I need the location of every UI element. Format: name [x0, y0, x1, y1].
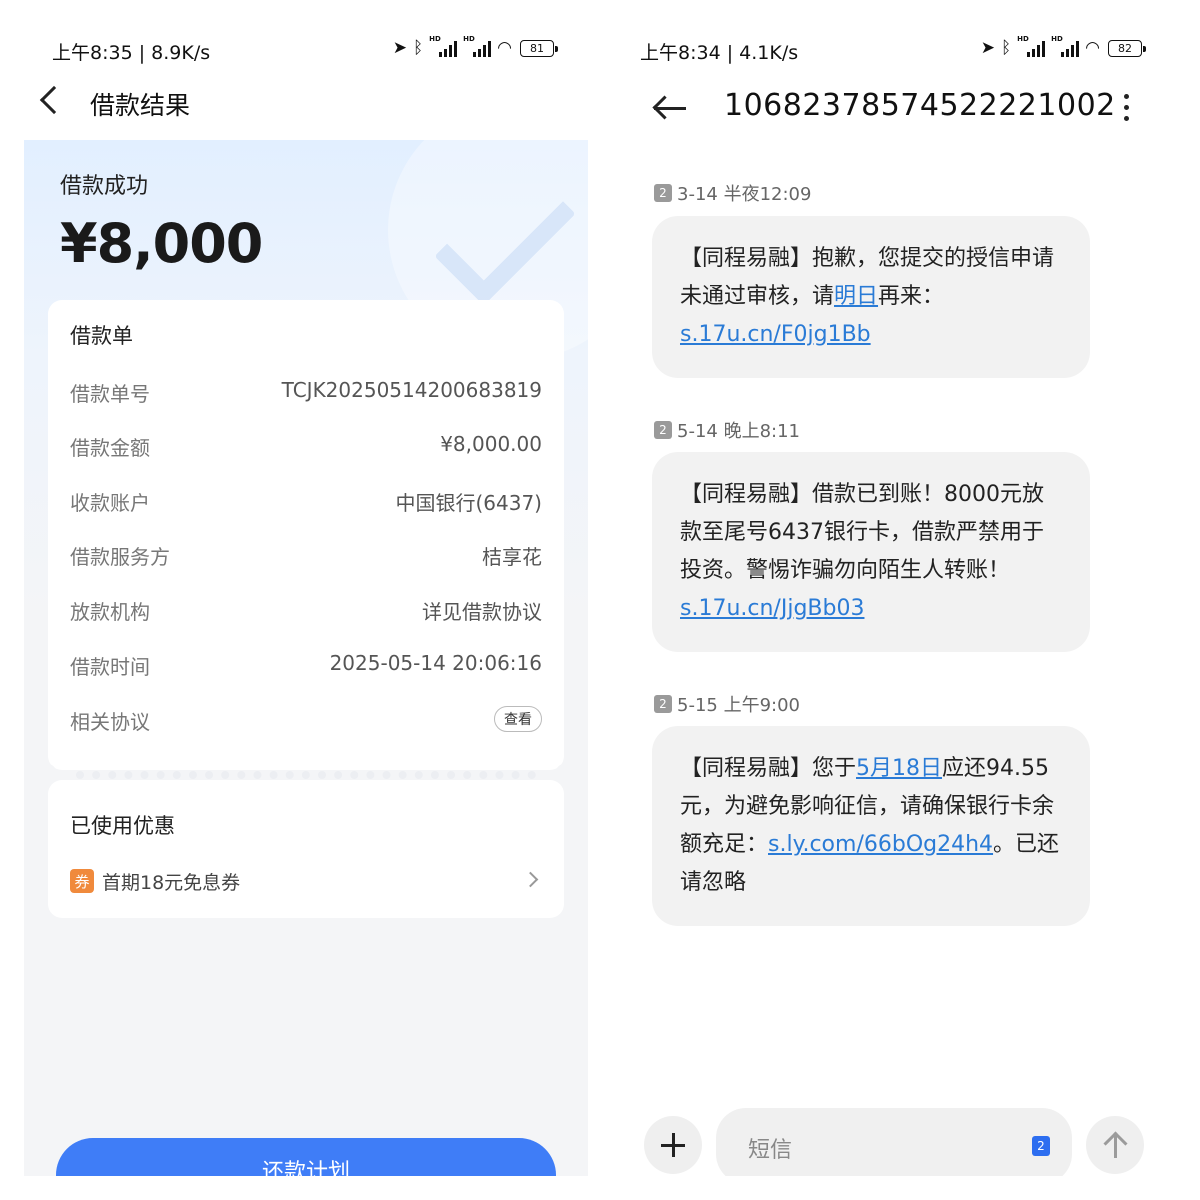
row-value: 详见借款协议: [422, 600, 542, 624]
status-bar: 上午8:34 | 4.1K/s ➤ ᛒ ◠ 82: [612, 34, 1176, 66]
row-value: 中国银行(6437): [395, 491, 542, 515]
view-agreement-button[interactable]: 查看: [494, 706, 542, 732]
sender-number: 10682378574522221002: [724, 88, 1116, 123]
row-value: ¥8,000.00: [440, 432, 542, 456]
signal-icon: [429, 35, 458, 57]
sms-input[interactable]: 短信 2: [716, 1108, 1072, 1176]
detail-row-service: 借款服务方 桔享花: [70, 541, 542, 571]
signal-icon: [1017, 35, 1046, 57]
more-options-icon[interactable]: [1124, 94, 1130, 122]
bluetooth-icon: ᛒ: [1000, 38, 1012, 58]
wifi-icon: ◠: [497, 38, 512, 58]
signal-icon: [1051, 35, 1080, 57]
sim-icon: 2: [654, 695, 672, 713]
detail-row-agreement: 相关协议 查看: [70, 706, 542, 736]
row-value: 桔享花: [482, 545, 542, 569]
message-composer: 短信 2: [612, 1108, 1176, 1176]
success-label: 借款成功: [60, 174, 149, 199]
detail-row-order-no: 借款单号 TCJK20250514200683819: [70, 378, 542, 408]
divider-notch: [40, 764, 56, 780]
status-time: 上午8:34 | 4.1K/s: [640, 42, 799, 64]
repay-plan-button[interactable]: 还款计划: [56, 1138, 556, 1176]
status-time: 上午8:35 | 8.9K/s: [52, 42, 211, 64]
loan-result-screen: 上午8:35 | 8.9K/s ➤ ᛒ ◠ 81 借款结果 借款成功 ¥8,00…: [24, 0, 588, 1176]
divider-notch: [556, 764, 572, 780]
row-key: 收款账户: [70, 491, 150, 515]
coupon-item[interactable]: 券 首期18元免息券: [70, 868, 542, 894]
status-icons: ➤ ᛒ ◠ 82: [980, 35, 1146, 58]
bluetooth-icon: ᛒ: [412, 38, 424, 58]
loan-amount: ¥8,000: [60, 212, 263, 275]
battery-icon: 82: [1108, 39, 1146, 57]
detail-row-amount: 借款金额 ¥8,000.00: [70, 432, 542, 462]
sms-thread-screen: 上午8:34 | 4.1K/s ➤ ᛒ ◠ 82 106823785745222…: [612, 0, 1176, 1176]
url-link[interactable]: s.17u.cn/F0jg1Bb: [680, 322, 871, 347]
row-key: 借款金额: [70, 436, 150, 460]
thread-header: 10682378574522221002: [612, 86, 1176, 134]
row-key: 借款时间: [70, 655, 150, 679]
status-bar: 上午8:35 | 8.9K/s ➤ ᛒ ◠ 81: [24, 34, 588, 66]
message-text: 【同程易融】您于: [680, 756, 857, 781]
sms-input-placeholder: 短信: [748, 1138, 793, 1163]
page-title: 借款结果: [90, 91, 191, 120]
attach-plus-button[interactable]: [644, 1116, 702, 1174]
location-icon: ➤: [980, 38, 995, 58]
back-arrow-icon[interactable]: [654, 96, 686, 120]
timestamp-text: 3-14 半夜12:09: [677, 184, 812, 205]
row-key: 借款单号: [70, 382, 150, 406]
sim-icon: 2: [654, 421, 672, 439]
url-link[interactable]: s.ly.com/66bOg24h4: [768, 832, 993, 857]
battery-icon: 81: [520, 39, 558, 57]
message-bubble: 【同程易融】您于5月18日应还94.55元，为避免影响征信，请确保银行卡余额充足…: [652, 726, 1090, 926]
message-bubble: 【同程易融】借款已到账！8000元放款至尾号6437银行卡，借款严禁用于投资。警…: [652, 452, 1090, 652]
row-key: 放款机构: [70, 600, 150, 624]
coupon-card-title: 已使用优惠: [70, 814, 175, 838]
card-divider: [40, 764, 572, 780]
timestamp-text: 5-15 上午9:00: [677, 695, 800, 716]
send-button[interactable]: [1086, 1116, 1144, 1174]
row-value: 2025-05-14 20:06:16: [329, 651, 542, 675]
loan-details-card: 借款单 借款单号 TCJK20250514200683819 借款金额 ¥8,0…: [48, 300, 564, 770]
back-icon[interactable]: [39, 85, 69, 115]
chevron-right-icon: [522, 871, 539, 888]
detail-row-lender: 放款机构 详见借款协议: [70, 596, 542, 626]
message-timestamp: 2 5-14 晚上8:11: [654, 417, 800, 443]
detail-row-time: 借款时间 2025-05-14 20:06:16: [70, 651, 542, 681]
coupon-text: 首期18元免息券: [102, 871, 241, 894]
location-icon: ➤: [392, 38, 407, 58]
status-icons: ➤ ᛒ ◠ 81: [392, 35, 558, 58]
date-link[interactable]: 明日: [834, 284, 878, 309]
timestamp-text: 5-14 晚上8:11: [677, 421, 800, 442]
loan-card-title: 借款单: [70, 324, 133, 348]
row-key: 借款服务方: [70, 545, 170, 569]
message-timestamp: 2 5-15 上午9:00: [654, 691, 800, 717]
message-timestamp: 2 3-14 半夜12:09: [654, 180, 811, 206]
sim-select-icon[interactable]: 2: [1032, 1136, 1050, 1156]
coupon-card: 已使用优惠 券 首期18元免息券: [48, 780, 564, 918]
message-text: 【同程易融】借款已到账！8000元放款至尾号6437银行卡，借款严禁用于投资。警…: [680, 482, 1044, 583]
date-link[interactable]: 5月18日: [856, 756, 942, 781]
sim-icon: 2: [654, 184, 672, 202]
row-key: 相关协议: [70, 710, 150, 734]
wifi-icon: ◠: [1085, 38, 1100, 58]
signal-icon: [463, 35, 492, 57]
url-link[interactable]: s.17u.cn/JjgBb03: [680, 596, 864, 621]
message-text: 再来：: [878, 284, 945, 309]
message-bubble: 【同程易融】抱歉，您提交的授信申请未通过审核，请明日再来： s.17u.cn/F0…: [652, 216, 1090, 378]
row-value: TCJK20250514200683819: [281, 378, 542, 402]
detail-row-account: 收款账户 中国银行(6437): [70, 487, 542, 517]
coupon-icon: 券: [70, 869, 94, 893]
